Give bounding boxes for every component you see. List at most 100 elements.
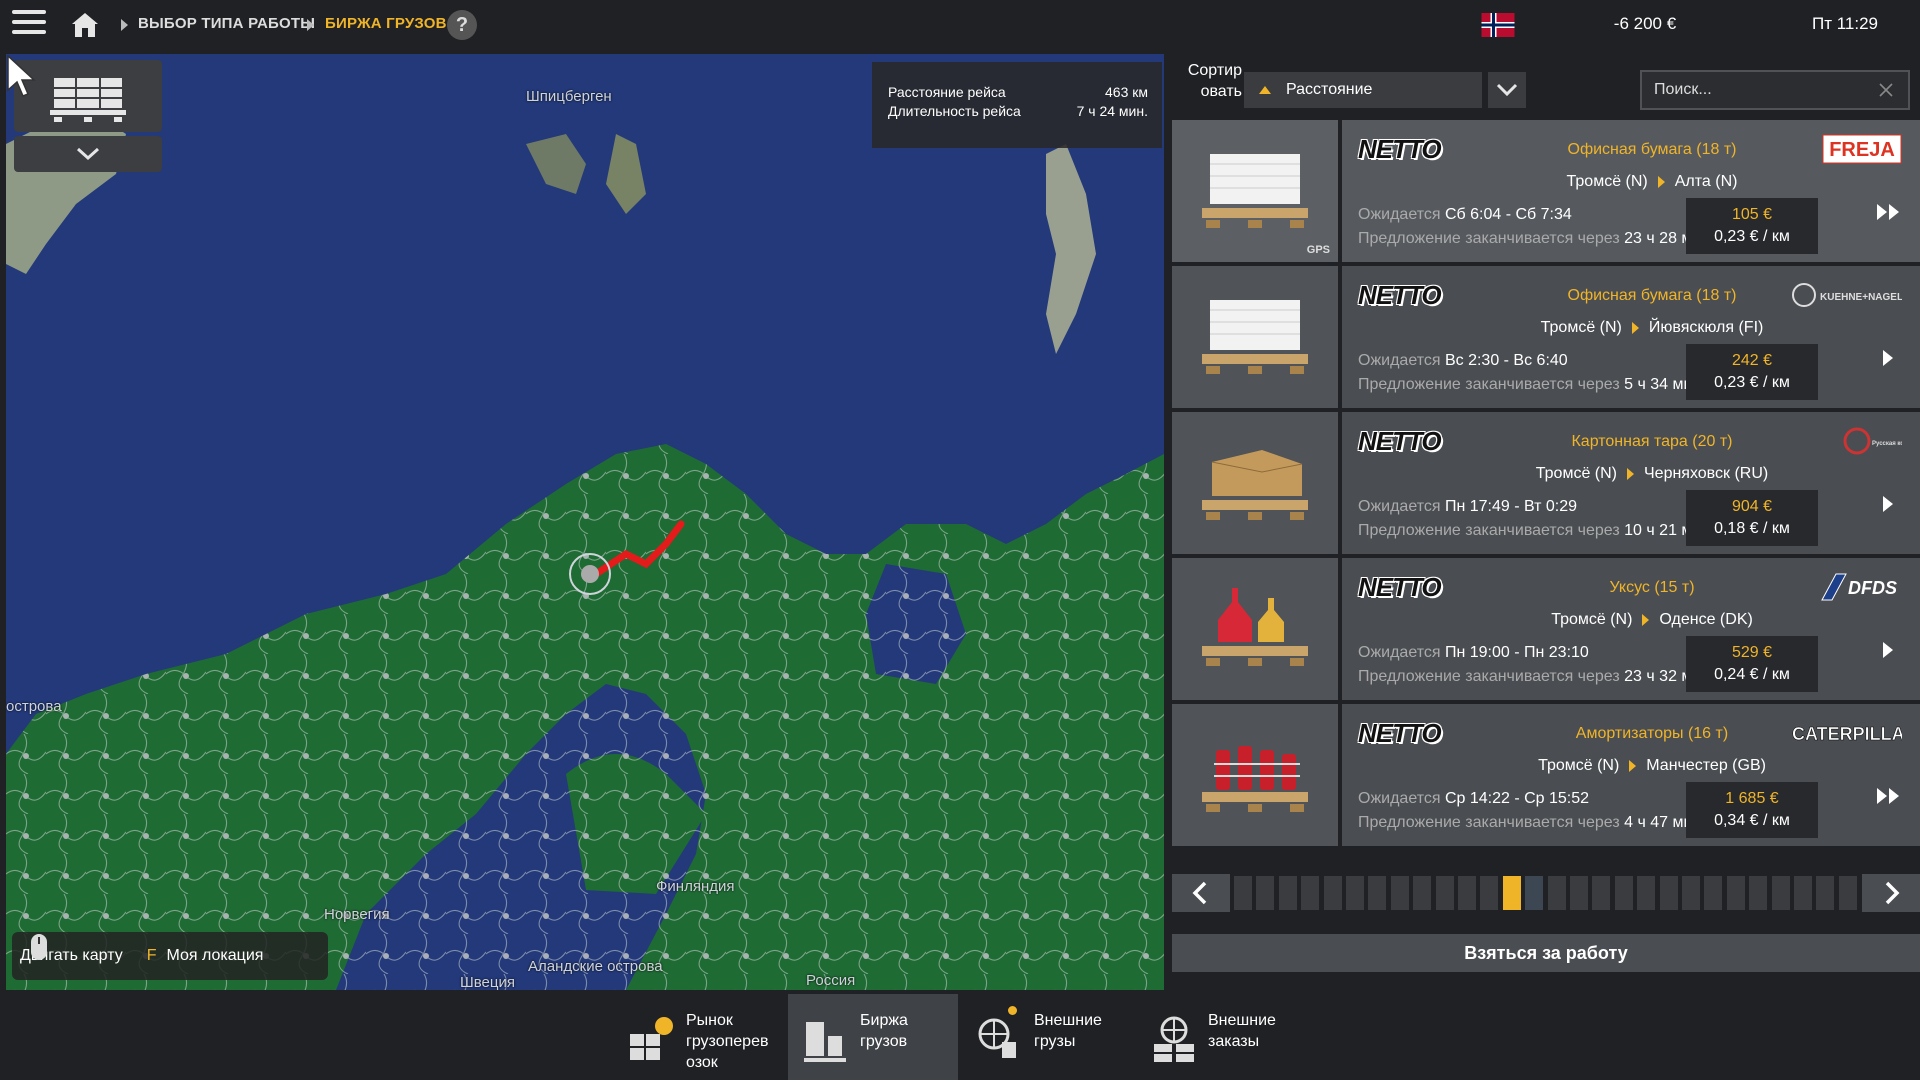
help-button[interactable]: ? <box>447 10 477 40</box>
page-indicator[interactable] <box>1480 876 1499 910</box>
sort-dropdown[interactable]: Расстояние <box>1244 72 1482 108</box>
cargo-name: Уксус (15 т) <box>1609 579 1695 596</box>
page-indicator[interactable] <box>1749 876 1768 910</box>
page-indicator[interactable] <box>1458 876 1476 910</box>
page-indicator[interactable] <box>1301 876 1320 910</box>
take-job-button[interactable]: Взяться за работу <box>1172 934 1920 972</box>
page-indicator[interactable] <box>1547 876 1566 910</box>
page-indicator[interactable] <box>1525 876 1544 910</box>
cargo-image[interactable] <box>1172 704 1338 846</box>
gps-badge: GPS <box>1306 244 1330 256</box>
route: Тромсё (N) Йювяскюля (FI) <box>1472 319 1832 337</box>
price: 529 € <box>1731 644 1773 661</box>
route-from: Тромсё (N) <box>1566 173 1648 190</box>
company-logo: NETTO <box>1358 134 1442 164</box>
next-page-button[interactable] <box>1862 874 1920 912</box>
breadcrumb-separator-icon <box>307 19 314 31</box>
page-indicator[interactable] <box>1614 876 1633 910</box>
menu-icon[interactable] <box>12 10 46 40</box>
client-logo-icon: Русская компания <box>1842 426 1920 456</box>
tab-freight-market[interactable]: Рынок грузоперев озок <box>614 994 784 1080</box>
job-row[interactable]: NETTO Уксус (15 т) Тромсё (N) Оденсе (DK)… <box>1172 558 1920 700</box>
search-input[interactable] <box>1642 81 1862 99</box>
arrow-right-icon[interactable] <box>1874 494 1902 514</box>
job-row[interactable]: GPS NETTO Офисная бумага (18 т) Тромсё (… <box>1172 120 1920 262</box>
page-indicator[interactable] <box>1816 876 1835 910</box>
tab-icon <box>630 1017 673 1060</box>
page-indicator[interactable] <box>1592 876 1611 910</box>
cargo-image[interactable]: GPS <box>1172 120 1338 262</box>
page-indicator[interactable] <box>1570 876 1588 910</box>
page-indicator[interactable] <box>1413 876 1432 910</box>
page-indicator[interactable] <box>1256 876 1275 910</box>
page-indicator[interactable] <box>1323 876 1342 910</box>
double-arrow-icon[interactable] <box>1874 786 1902 806</box>
home-icon[interactable] <box>68 8 102 42</box>
job-card[interactable]: NETTO Офисная бумага (18 т) Тромсё (N) Йю… <box>1342 266 1920 408</box>
offer-expiry: Предложение заканчивается через 10 ч 21 … <box>1358 522 1711 539</box>
price: 1 685 € <box>1725 790 1779 807</box>
job-row[interactable]: NETTO Картонная тара (20 т) Тромсё (N) Че… <box>1172 412 1920 554</box>
page-indicator[interactable] <box>1704 876 1723 910</box>
page-indicator[interactable] <box>1659 876 1678 910</box>
page-indicator[interactable] <box>1435 876 1454 910</box>
job-card[interactable]: NETTO Уксус (15 т) Тромсё (N) Оденсе (DK)… <box>1342 558 1920 700</box>
mouse-icon <box>31 934 47 960</box>
norway-flag-icon <box>1481 13 1515 37</box>
sort-dropdown-toggle[interactable] <box>1488 72 1526 108</box>
route-from: Тромсё (N) <box>1551 611 1633 628</box>
job-card[interactable]: NETTO Амортизаторы (16 т) Тромсё (N) Манч… <box>1342 704 1920 846</box>
client-logo-icon: FREJA <box>1822 134 1902 164</box>
route-arrow-icon <box>1642 613 1650 626</box>
arrow-right-icon[interactable] <box>1874 348 1902 368</box>
page-indicator[interactable] <box>1771 876 1790 910</box>
price-box: 242 € 0,23 € / км <box>1686 344 1818 400</box>
map-label-russia: Россия <box>806 972 856 989</box>
cargo-filter-button[interactable] <box>14 60 162 132</box>
route: Тромсё (N) Алта (N) <box>1472 173 1832 191</box>
company-logo: NETTO <box>1358 280 1442 310</box>
expected-time: Ожидается Пн 17:49 - Вт 0:29 <box>1358 498 1578 515</box>
breadcrumb-job-type[interactable]: ВЫБОР ТИПА РАБОТЫ <box>138 15 315 32</box>
map-label-islands: острова <box>6 698 62 715</box>
job-card[interactable]: NETTO Картонная тара (20 т) Тромсё (N) Че… <box>1342 412 1920 554</box>
page-indicator[interactable] <box>1346 876 1364 910</box>
expected-time: Ожидается Вс 2:30 - Вс 6:40 <box>1358 352 1568 369</box>
route-to: Оденсе (DK) <box>1659 611 1753 628</box>
tab-external-cargo[interactable]: Внешние грузы <box>962 994 1132 1080</box>
cargo-image[interactable] <box>1172 412 1338 554</box>
page-indicator[interactable] <box>1390 876 1409 910</box>
expand-filter-button[interactable] <box>14 136 162 172</box>
map-hint-bar: Двигать карту F Моя локация <box>12 932 328 980</box>
job-card[interactable]: NETTO Офисная бумага (18 т) Тромсё (N) Ал… <box>1342 120 1920 262</box>
page-indicator[interactable] <box>1278 876 1297 910</box>
tab-cargo-exchange[interactable]: Биржа грузов <box>788 994 958 1080</box>
cargo-image[interactable] <box>1172 558 1338 700</box>
map-canvas <box>6 54 1164 990</box>
page-indicator[interactable] <box>1838 876 1857 910</box>
prev-page-button[interactable] <box>1172 874 1230 912</box>
expected-time: Ожидается Пн 19:00 - Пн 23:10 <box>1358 644 1589 661</box>
price-box: 1 685 € 0,34 € / км <box>1686 782 1818 838</box>
sort-value: Расстояние <box>1286 81 1373 98</box>
sort-ascending-icon <box>1259 86 1271 94</box>
page-indicator[interactable] <box>1368 876 1387 910</box>
page-indicator[interactable] <box>1502 876 1521 910</box>
page-indicator[interactable] <box>1234 876 1252 910</box>
page-indicator[interactable] <box>1726 876 1745 910</box>
price: 904 € <box>1731 498 1773 515</box>
expected-time: Ожидается Ср 14:22 - Ср 15:52 <box>1358 790 1590 807</box>
page-indicator[interactable] <box>1794 876 1812 910</box>
job-row[interactable]: NETTO Офисная бумага (18 т) Тромсё (N) Йю… <box>1172 266 1920 408</box>
clear-icon[interactable] <box>1878 82 1894 98</box>
svg-text:Русская компания: Русская компания <box>1872 441 1902 447</box>
world-map[interactable]: Расстояние рейса 463 км Длительность рейс… <box>6 54 1164 990</box>
job-row[interactable]: NETTO Амортизаторы (16 т) Тромсё (N) Манч… <box>1172 704 1920 846</box>
cargo-image[interactable] <box>1172 266 1338 408</box>
breadcrumb-separator-icon <box>121 19 128 31</box>
double-arrow-icon[interactable] <box>1874 202 1902 222</box>
page-indicator[interactable] <box>1637 876 1656 910</box>
tab-external-orders[interactable]: Внешние заказы <box>1136 994 1306 1080</box>
arrow-right-icon[interactable] <box>1874 640 1902 660</box>
page-indicator[interactable] <box>1682 876 1700 910</box>
